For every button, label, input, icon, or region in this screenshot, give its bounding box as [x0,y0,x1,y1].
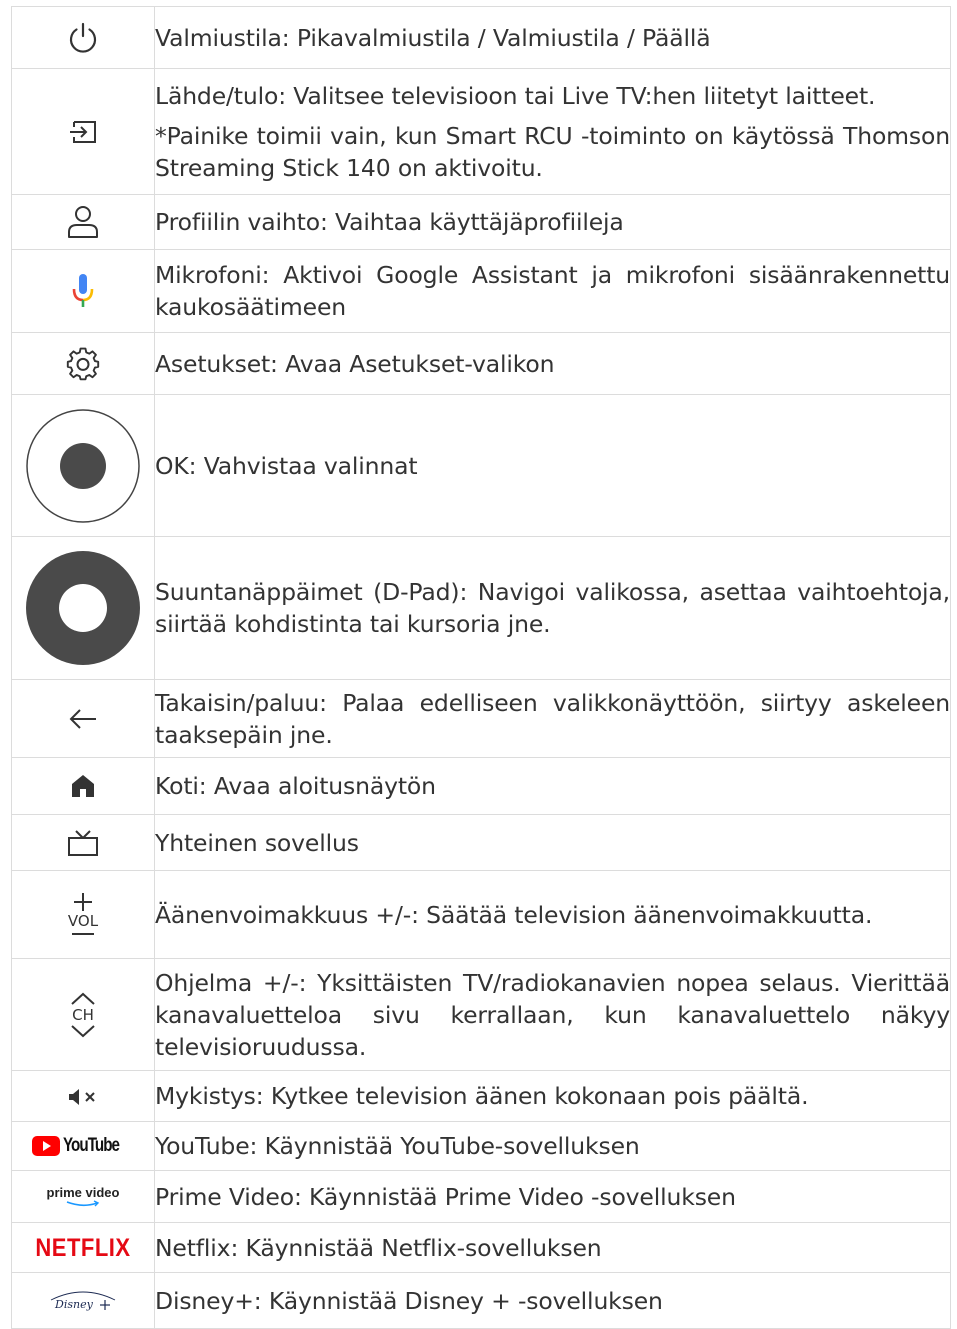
vol-label: VOL [67,911,99,930]
row-text: Koti: Avaa aloitusnäytön [155,772,436,800]
description-cell: Asetukset: Avaa Asetukset-valikon [154,332,951,395]
table-row: Mikrofoni: Aktivoi Google Assistant ja m… [11,249,951,333]
settings-gear-icon [65,346,101,382]
ok-button-icon [25,408,141,524]
youtube-logo: YouTube [32,1135,133,1157]
table-row: Profiilin vaihto: Vaihtaa käyttäjäprofii… [11,194,951,250]
table-row: Disney Disney+: Käynnistää Disney + -sov… [11,1272,951,1329]
channel-icon: CH [70,992,96,1038]
row-text: OK: Vahvistaa valinnat [155,451,418,480]
back-arrow-icon [68,708,98,730]
table-row: Asetukset: Avaa Asetukset-valikon [11,332,951,395]
row-text: Profiilin vaihto: Vaihtaa käyttäjäprofii… [155,208,624,236]
description-cell: Suuntanäppäimet (D-Pad): Navigoi valikos… [154,536,951,680]
profile-icon [66,204,100,240]
power-icon [65,20,101,56]
table-row: Valmiustila: Pikavalmiustila / Valmiusti… [11,6,951,69]
prime-video-wordmark: prime video [46,1184,120,1200]
row-text: Lähde/tulo: Valitsee televisioon tai Liv… [155,81,876,110]
description-cell: Yhteinen sovellus [154,814,951,871]
row-text: YouTube: Käynnistää YouTube-sovelluksen [155,1132,640,1160]
prime-video-logo: prime video [46,1184,120,1208]
description-cell: Netflix: Käynnistää Netflix-sovelluksen [154,1222,951,1273]
description-cell: Disney+: Käynnistää Disney + -sovellukse… [154,1272,951,1329]
row-text: Asetukset: Avaa Asetukset-valikon [155,349,555,378]
row-text: Mikrofoni: Aktivoi Google Assistant ja m… [155,261,950,321]
table-row: Suuntanäppäimet (D-Pad): Navigoi valikos… [11,536,951,680]
row-text: Ohjelma +/-: Yksittäisten TV/radiokanavi… [155,968,950,1061]
input-source-icon [68,119,98,145]
home-icon [70,773,96,799]
table-row: Lähde/tulo: Valitsee televisioon tai Liv… [11,68,951,195]
row-text: Prime Video: Käynnistää Prime Video -sov… [155,1182,736,1211]
table-row: Yhteinen sovellus [11,814,951,871]
row-text: Netflix: Käynnistää Netflix-sovelluksen [155,1233,602,1262]
table-row: Takaisin/paluu: Palaa edelliseen valikko… [11,679,951,758]
table-row: VOL Äänenvoimakkuus +/-: Säätää televisi… [11,870,951,959]
description-cell: Valmiustila: Pikavalmiustila / Valmiusti… [154,6,951,69]
table-row: NETFLIX Netflix: Käynnistää Netflix-sove… [11,1222,951,1273]
table-row: OK: Vahvistaa valinnat [11,394,951,537]
row-text: Yhteinen sovellus [155,828,359,857]
plus-icon [73,892,92,911]
dpad-icon [25,550,141,666]
description-cell: Prime Video: Käynnistää Prime Video -sov… [154,1170,951,1223]
mute-icon [67,1088,99,1106]
description-cell: Koti: Avaa aloitusnäytön [154,757,951,815]
description-cell: Äänenvoimakkuus +/-: Säätää television ä… [154,870,951,959]
svg-text:Disney: Disney [54,1298,94,1311]
table-row: YouTube YouTube: Käynnistää YouTube-sove… [11,1121,951,1171]
row-text: Suuntanäppäimet (D-Pad): Navigoi valikos… [155,578,950,638]
microphone-icon [71,272,95,310]
row-text: Mykistys: Kytkee television äänen kokona… [155,1082,809,1110]
table-row: CH Ohjelma +/-: Yksittäisten TV/radiokan… [11,958,951,1071]
volume-icon: VOL [68,892,98,938]
minus-icon [71,932,94,935]
description-cell: Mykistys: Kytkee television äänen kokona… [154,1070,951,1122]
description-cell: Lähde/tulo: Valitsee televisioon tai Liv… [154,68,951,195]
chevron-down-icon [71,1024,95,1037]
description-cell: Ohjelma +/-: Yksittäisten TV/radiokanavi… [154,958,951,1071]
description-cell: Takaisin/paluu: Palaa edelliseen valikko… [154,679,951,758]
description-cell: YouTube: Käynnistää YouTube-sovelluksen [154,1121,951,1171]
ch-label: CH [72,1005,94,1024]
youtube-wordmark: YouTube [63,1135,120,1156]
row-text: Äänenvoimakkuus +/-: Säätää television ä… [155,900,873,929]
description-cell: OK: Vahvistaa valinnat [154,394,951,537]
table-row: prime video Prime Video: Käynnistää Prim… [11,1170,951,1223]
tv-icon [67,829,99,857]
table-row: Koti: Avaa aloitusnäytön [11,757,951,815]
row-text: Disney+: Käynnistää Disney + -sovellukse… [155,1286,663,1315]
row-text: Valmiustila: Pikavalmiustila / Valmiusti… [155,23,711,52]
disney-plus-logo: Disney [45,1288,121,1314]
netflix-logo: NETFLIX [35,1232,131,1262]
chevron-up-icon [71,992,95,1005]
description-cell: Profiilin vaihto: Vaihtaa käyttäjäprofii… [154,194,951,250]
remote-keys-table: Valmiustila: Pikavalmiustila / Valmiusti… [11,6,951,1329]
row-text: Takaisin/paluu: Palaa edelliseen valikko… [155,688,950,749]
smile-arrow-icon [66,1199,100,1206]
description-cell: Mikrofoni: Aktivoi Google Assistant ja m… [154,249,951,333]
row-note: *Painike toimii vain, kun Smart RCU -toi… [155,121,950,182]
youtube-play-icon [32,1136,61,1156]
table-row: Mykistys: Kytkee television äänen kokona… [11,1070,951,1122]
